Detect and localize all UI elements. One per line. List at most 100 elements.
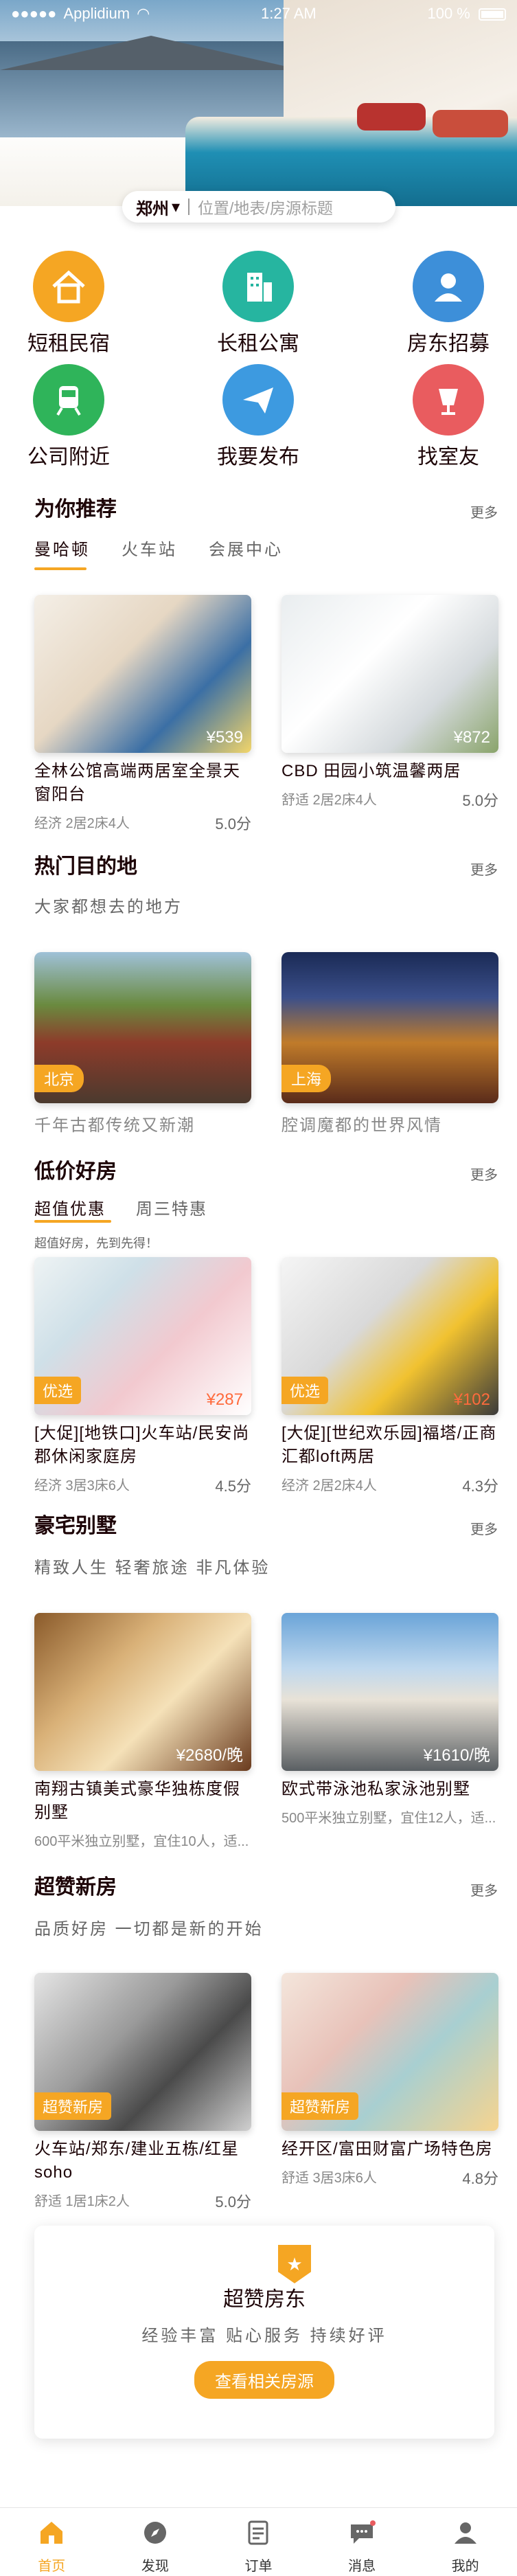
price-label: ¥102 (453, 1390, 490, 1409)
home-icon (41, 2522, 63, 2544)
search-input[interactable]: 位置/地表/房源标题 (198, 195, 333, 218)
listing-card[interactable]: 优选 ¥102 [大促][世纪欢乐园]福塔/正商汇都loft两居 经济 2居2床… (282, 1257, 498, 1496)
filter-tab[interactable]: 会展中心 (209, 536, 283, 560)
battery-label: 100 % (427, 5, 470, 22)
listing-meta-row: 500平米独立别墅，宜住12人，适... (282, 1807, 498, 1827)
listing-card[interactable]: ¥2680/晚 南翔古镇美式豪华独栋度假别墅 600平米独立别墅，宜住10人，适… (34, 1613, 251, 1850)
listing-card[interactable]: ¥539 全林公馆高端两居室全景天窗阳台 经济 2居2床4人 5.0分 (34, 595, 251, 834)
category-label: 公司附近 (27, 446, 110, 468)
recommend-filters: 曼哈顿 火车站 会展中心 (34, 536, 283, 560)
tab-profile[interactable]: 我的 (413, 2508, 517, 2576)
tab-orders[interactable]: 订单 (207, 2508, 310, 2576)
destination-caption: 千年古都传统又新潮 (34, 1116, 195, 1135)
listing-card[interactable]: ¥872 CBD 田园小筑温馨两居 舒适 2居2床4人 5.0分 (282, 595, 498, 811)
listing-photo: ¥1610/晚 (282, 1613, 498, 1771)
view-listings-button[interactable]: 查看相关房源 (194, 2361, 334, 2399)
bottom-tab-bar: 首页 发现 订单 消息 我的 (0, 2507, 517, 2576)
badge-label: 超赞新房 (282, 2092, 359, 2120)
cheap-tabs: 超值优惠 周三特惠 (34, 1195, 207, 1219)
carrier-label: Applidium (63, 5, 130, 22)
tab-wednesday-deal[interactable]: 周三特惠 (136, 1195, 207, 1219)
category-label: 房东招募 (407, 332, 490, 355)
category-label: 长租公寓 (217, 332, 299, 355)
tab-label: 发现 (141, 2559, 169, 2574)
category-label: 我要发布 (217, 446, 299, 468)
listing-photo: ¥539 (34, 595, 251, 753)
listing-meta: 经济 2居2床4人 (282, 1478, 377, 1493)
badge-label: 优选 (282, 1377, 329, 1404)
category-find-roommate[interactable]: 找室友 (380, 364, 517, 470)
category-short-rent[interactable]: 短租民宿 (0, 251, 137, 357)
category-label: 找室友 (417, 446, 479, 468)
filter-tab[interactable]: 曼哈顿 (34, 536, 90, 560)
hero-banner[interactable] (0, 0, 517, 206)
listing-meta-row: 经济 2居2床4人 5.0分 (34, 812, 251, 834)
listing-title: 全林公馆高端两居室全景天窗阳台 (34, 762, 240, 804)
listing-title: 火车站/郑东/建业五栋/红星soho (34, 2140, 240, 2182)
rating-score: 4.5分 (215, 1478, 251, 1495)
category-label: 短租民宿 (27, 332, 110, 355)
wifi-icon: ◠ (137, 5, 150, 22)
more-link-new[interactable]: 更多 (470, 1879, 498, 1899)
chevron-down-icon: ▾ (172, 197, 181, 216)
category-publish[interactable]: 我要发布 (189, 364, 327, 470)
listing-meta: 舒适 2居2床4人 (282, 793, 377, 808)
listing-title: 南翔古镇美式豪华独栋度假别墅 (34, 1780, 240, 1822)
destination-card[interactable]: 上海 腔调魔都的世界风情 (282, 952, 498, 1136)
app-screen: ●●●●● Applidium ◠ 1:27 AM 100 % 郑州 ▾ 位置/… (0, 0, 517, 2576)
person-icon (413, 251, 484, 322)
listing-card[interactable]: 超赞新房 经开区/富田财富广场特色房 舒适 3居3床6人 4.8分 (282, 1973, 498, 2189)
rating-score: 5.0分 (462, 792, 498, 809)
more-link-recommend[interactable]: 更多 (470, 501, 498, 521)
section-title-cheap: 低价好房 (34, 1160, 117, 1183)
promo-card: ★ 超赞房东 经验丰富 贴心服务 持续好评 查看相关房源 (34, 2226, 494, 2439)
category-near-company[interactable]: 公司附近 (0, 364, 137, 470)
active-tab-underline (34, 1220, 111, 1223)
tab-label: 首页 (38, 2559, 66, 2574)
listing-meta: 舒适 3居3床6人 (282, 2171, 377, 2186)
tab-discover[interactable]: 发现 (104, 2508, 207, 2576)
listing-meta-row: 经济 3居3床6人 4.5分 (34, 1474, 251, 1496)
listing-meta-row: 舒适 1居1床2人 5.0分 (34, 2190, 251, 2212)
category-long-rent[interactable]: 长租公寓 (189, 251, 327, 357)
divider (188, 199, 190, 215)
hero-pillow (357, 103, 426, 131)
tab-label: 订单 (244, 2559, 273, 2574)
listing-title: 经开区/富田财富广场特色房 (282, 2140, 493, 2158)
badge-label: 优选 (34, 1377, 82, 1404)
promo-subtitle: 经验丰富 贴心服务 持续好评 (141, 2327, 387, 2345)
city-selector[interactable]: 郑州 ▾ (136, 195, 180, 219)
more-link-villa[interactable]: 更多 (470, 1518, 498, 1538)
price-label: ¥539 (206, 728, 243, 747)
tab-label: 我的 (451, 2559, 479, 2574)
cup-icon (413, 364, 484, 436)
section-title-hot: 热门目的地 (34, 855, 137, 878)
listing-meta: 600平米独立别墅，宜住10人，适... (34, 1834, 249, 1849)
tab-super-deal[interactable]: 超值优惠 (34, 1195, 106, 1219)
tab-home[interactable]: 首页 (0, 2508, 104, 2576)
search-bar[interactable]: 郑州 ▾ 位置/地表/房源标题 (122, 191, 395, 223)
listing-card[interactable]: 优选 ¥287 [大促][地铁口]火车站/民安尚郡休闲家庭房 经济 3居3床6人… (34, 1257, 251, 1496)
listing-meta: 经济 2居2床4人 (34, 816, 130, 831)
section-title-recommend: 为你推荐 (34, 498, 117, 521)
message-icon (351, 2520, 376, 2544)
listing-photo: 超赞新房 (34, 1973, 251, 2131)
cheap-note: 超值好房，先到先得！ (34, 1236, 158, 1250)
listing-meta-row: 舒适 3居3床6人 4.8分 (282, 2167, 498, 2189)
listing-meta: 500平米独立别墅，宜住12人，适... (282, 1811, 496, 1826)
listing-photo: ¥2680/晚 (34, 1613, 251, 1771)
listing-title: [大促][世纪欢乐园]福塔/正商汇都loft两居 (282, 1424, 497, 1466)
category-landlord-recruit[interactable]: 房东招募 (380, 251, 517, 357)
star-medal-icon: ★ (278, 2245, 311, 2283)
listing-meta-row: 600平米独立别墅，宜住10人，适... (34, 1830, 251, 1850)
more-link-hot[interactable]: 更多 (470, 859, 498, 879)
tab-messages[interactable]: 消息 (310, 2508, 414, 2576)
listing-card[interactable]: ¥1610/晚 欧式带泳池私家泳池别墅 500平米独立别墅，宜住12人，适... (282, 1613, 498, 1827)
building-icon (222, 251, 294, 322)
section-title-villa: 豪宅别墅 (34, 1515, 117, 1537)
filter-tab[interactable]: 火车站 (122, 536, 177, 560)
destination-card[interactable]: 北京 千年古都传统又新潮 (34, 952, 251, 1136)
listing-card[interactable]: 超赞新房 火车站/郑东/建业五栋/红星soho 舒适 1居1床2人 5.0分 (34, 1973, 251, 2212)
listing-photo: 优选 ¥102 (282, 1257, 498, 1415)
more-link-cheap[interactable]: 更多 (470, 1164, 498, 1184)
